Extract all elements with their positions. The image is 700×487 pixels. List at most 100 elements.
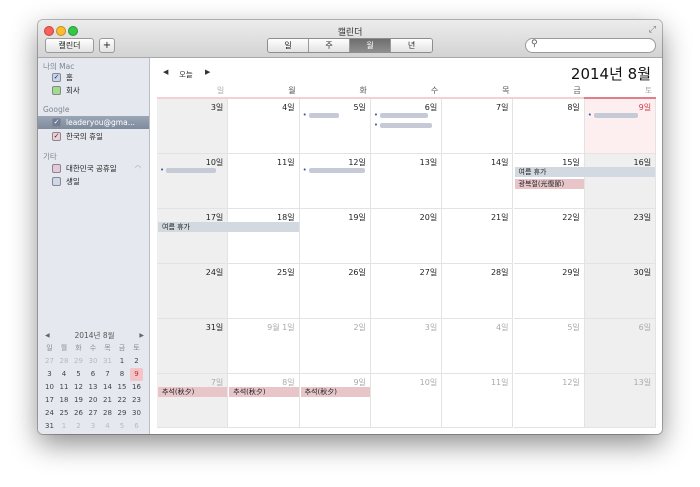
next-month-icon[interactable]: ▶ — [205, 68, 210, 76]
event-summer-vacation[interactable]: 여름 휴가 — [514, 167, 656, 177]
event-item[interactable]: • — [160, 166, 217, 174]
today-button[interactable]: 오늘 — [179, 69, 193, 80]
mini-day[interactable]: 4 — [58, 368, 71, 381]
calendars-button[interactable]: 캘린더 — [45, 38, 94, 53]
fullscreen-icon[interactable]: ⤢ — [649, 25, 656, 35]
checkbox-checked-icon[interactable]: ✓ — [52, 118, 61, 127]
mini-day[interactable]: 2 — [130, 355, 143, 368]
mini-day[interactable]: 12 — [72, 381, 85, 394]
event-summer-vacation[interactable]: 여름 휴가 — [158, 222, 299, 232]
day-cell[interactable]: 6일 — [584, 319, 657, 374]
mini-day[interactable]: 7 — [101, 368, 114, 381]
mini-day[interactable]: 27 — [87, 407, 100, 420]
checkbox-checked-icon[interactable]: ✓ — [52, 132, 61, 141]
tab-month[interactable]: 월 — [350, 39, 391, 52]
day-cell[interactable]: 9일 — [299, 374, 371, 428]
mini-day[interactable]: 22 — [116, 394, 129, 407]
day-cell[interactable]: 5일 — [513, 319, 585, 374]
day-cell[interactable]: 13일 — [584, 374, 657, 428]
day-cell[interactable]: 11일 — [442, 374, 514, 428]
mini-day[interactable]: 31 — [43, 420, 56, 433]
day-cell[interactable]: 3일 — [370, 319, 443, 374]
sidebar-item-home[interactable]: ✓ 홈 — [38, 71, 149, 84]
day-cell[interactable]: 28일 — [442, 264, 514, 319]
mini-day[interactable]: 29 — [116, 407, 129, 420]
checkbox-icon[interactable] — [52, 164, 61, 173]
event-chuseok[interactable]: 추석(秋夕) — [158, 387, 228, 397]
mini-day[interactable]: 28 — [58, 355, 71, 368]
day-cell[interactable]: 6일 • • — [370, 99, 443, 154]
day-cell[interactable]: 22일 — [513, 209, 585, 264]
sidebar-item-kr-public-holidays[interactable]: 대한민국 공휴일 ◠ — [38, 162, 149, 175]
add-event-button[interactable]: + — [99, 38, 115, 53]
day-cell[interactable]: 26일 — [299, 264, 371, 319]
checkbox-icon[interactable] — [52, 86, 61, 95]
mini-day[interactable]: 14 — [101, 381, 114, 394]
mini-day[interactable]: 20 — [87, 394, 100, 407]
day-cell[interactable]: 27일 — [370, 264, 443, 319]
event-chuseok[interactable]: 추석(秋夕) — [300, 387, 370, 397]
mini-day[interactable]: 16 — [130, 381, 143, 394]
day-cell[interactable]: 4일 — [228, 99, 300, 154]
mini-day[interactable]: 5 — [72, 368, 85, 381]
tab-week[interactable]: 주 — [309, 39, 350, 52]
mini-day[interactable]: 24 — [43, 407, 56, 420]
mini-day[interactable]: 28 — [101, 407, 114, 420]
day-cell[interactable]: 19일 — [299, 209, 371, 264]
event-chuseok[interactable]: 추석(秋夕) — [229, 387, 299, 397]
sidebar-item-birthdays[interactable]: 생일 — [38, 175, 149, 188]
mini-day[interactable]: 17 — [43, 394, 56, 407]
mini-day[interactable]: 25 — [58, 407, 71, 420]
mini-day[interactable]: 23 — [130, 394, 143, 407]
day-cell[interactable]: 9월 1일 — [228, 319, 300, 374]
mini-day[interactable]: 18 — [58, 394, 71, 407]
event-item[interactable]: • — [303, 111, 339, 119]
day-cell[interactable]: 9일 • — [584, 99, 657, 154]
mini-day[interactable]: 31 — [101, 355, 114, 368]
day-cell[interactable]: 29일 — [513, 264, 585, 319]
day-cell[interactable]: 16일 — [584, 154, 657, 209]
day-cell[interactable]: 12일 • — [299, 154, 371, 209]
day-cell[interactable]: 8일 — [513, 99, 585, 154]
mini-day[interactable]: 21 — [101, 394, 114, 407]
mini-day[interactable]: 10 — [43, 381, 56, 394]
mini-day[interactable]: 4 — [101, 420, 114, 433]
mini-day[interactable]: 9 — [130, 368, 143, 381]
day-cell[interactable]: 31일 — [157, 319, 229, 374]
event-item[interactable]: • — [374, 121, 433, 129]
mini-day[interactable]: 6 — [130, 420, 143, 433]
mini-day[interactable]: 30 — [87, 355, 100, 368]
checkbox-checked-icon[interactable]: ✓ — [52, 73, 61, 82]
mini-day[interactable]: 27 — [43, 355, 56, 368]
mini-day[interactable]: 6 — [87, 368, 100, 381]
sidebar-item-google-account[interactable]: ✓ leaderyou@gma... — [38, 116, 149, 129]
mini-day[interactable]: 5 — [116, 420, 129, 433]
mini-day[interactable]: 19 — [72, 394, 85, 407]
event-item[interactable]: • — [374, 111, 429, 119]
day-cell[interactable]: 2일 — [299, 319, 371, 374]
tab-day[interactable]: 일 — [268, 39, 309, 52]
day-cell[interactable]: 5일 • — [299, 99, 371, 154]
event-liberation-day[interactable]: 광복절(光復節) — [514, 179, 584, 189]
mini-day[interactable]: 8 — [116, 368, 129, 381]
day-cell[interactable]: 7일 — [157, 374, 229, 428]
day-cell[interactable]: 21일 — [442, 209, 514, 264]
mini-day[interactable]: 15 — [116, 381, 129, 394]
day-cell[interactable]: 11일 — [228, 154, 300, 209]
day-cell[interactable]: 3일 — [157, 99, 229, 154]
day-cell[interactable]: 23일 — [584, 209, 657, 264]
mini-day[interactable]: 13 — [87, 381, 100, 394]
day-cell[interactable]: 8일 — [228, 374, 300, 428]
mini-next-month-icon[interactable]: ▶ — [139, 330, 144, 342]
prev-month-icon[interactable]: ◀ — [163, 68, 168, 76]
mini-day[interactable]: 3 — [43, 368, 56, 381]
day-cell[interactable]: 12일 — [513, 374, 585, 428]
day-cell[interactable]: 30일 — [584, 264, 657, 319]
event-item[interactable]: • — [588, 111, 638, 119]
mini-day[interactable]: 26 — [72, 407, 85, 420]
day-cell[interactable]: 20일 — [370, 209, 443, 264]
day-cell[interactable]: 4일 — [442, 319, 514, 374]
day-cell[interactable]: 7일 — [442, 99, 514, 154]
day-cell[interactable]: 17일 — [157, 209, 229, 264]
mini-day[interactable]: 2 — [72, 420, 85, 433]
